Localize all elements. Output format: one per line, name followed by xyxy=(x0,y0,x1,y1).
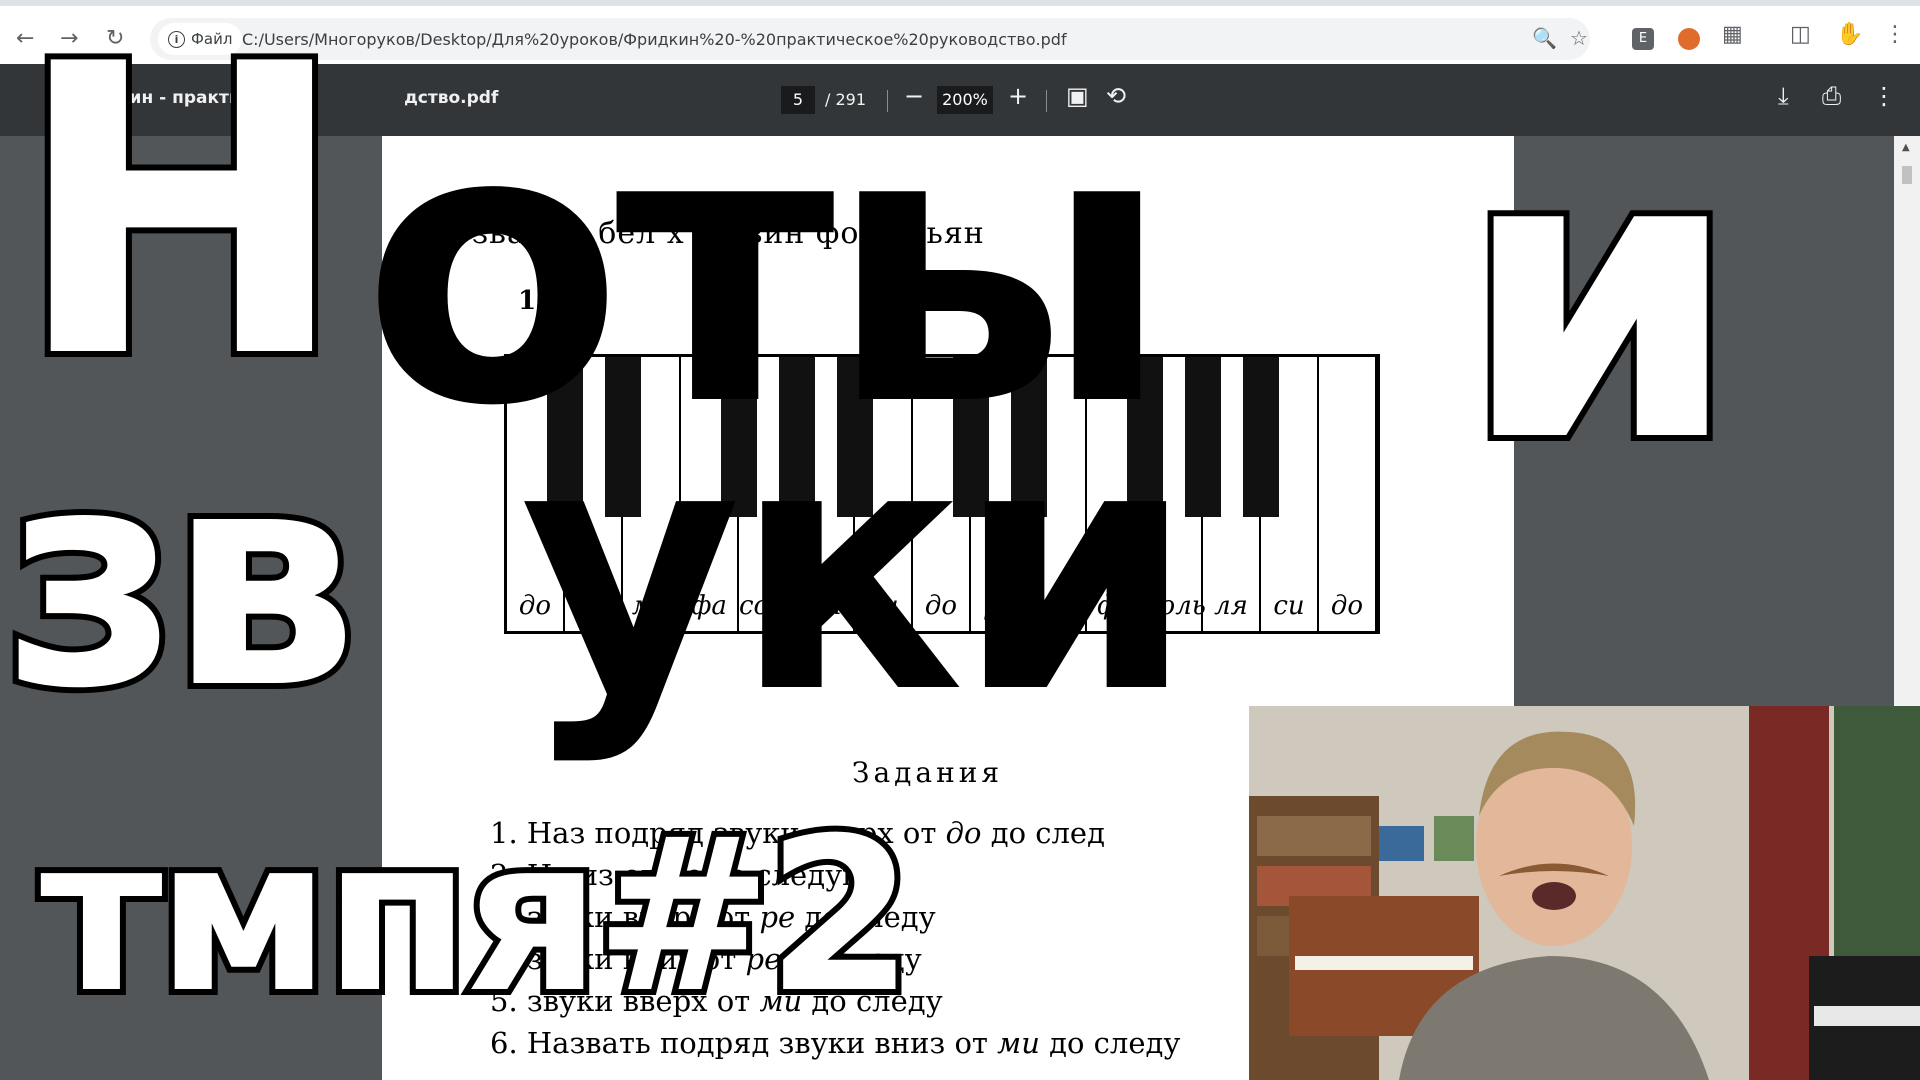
zoom-magnifier-icon[interactable]: 🔍 xyxy=(1532,28,1557,48)
black-key xyxy=(1185,357,1221,517)
overlay-word-i: и xyxy=(1454,65,1746,530)
print-icon[interactable]: ⎙ xyxy=(1822,84,1841,108)
extension-avatar-icon[interactable] xyxy=(1678,28,1700,50)
scroll-up-arrow-icon[interactable]: ▲ xyxy=(1902,142,1910,153)
white-key: до xyxy=(1319,357,1377,631)
extension-e-icon[interactable]: E xyxy=(1632,28,1654,50)
task-text: до след xyxy=(981,816,1105,850)
extensions-puzzle-icon[interactable]: ▦ xyxy=(1722,24,1743,46)
overlay-series-tag: тмпя#2 xyxy=(34,792,920,1039)
overlay-word-zv: зв xyxy=(0,405,364,754)
scroll-thumb[interactable] xyxy=(1902,166,1912,184)
black-key xyxy=(1243,357,1279,517)
overlay-word-uki: уки xyxy=(520,372,1195,768)
key-label: ля xyxy=(1214,591,1248,621)
pdf-menu-icon[interactable]: ⋮ xyxy=(1872,84,1896,108)
overlay-letter-n: Н xyxy=(8,0,355,446)
screen: ← → ↻ i Файл C:/Users/Многоруков/Desktop… xyxy=(0,0,1920,1080)
webcam-scene xyxy=(1249,706,1920,1080)
key-label: до xyxy=(1330,591,1364,621)
profile-icon[interactable]: ✋ xyxy=(1836,24,1863,46)
side-panel-icon[interactable]: ◫ xyxy=(1790,24,1811,46)
task-note: до xyxy=(945,816,982,850)
browser-menu-icon[interactable]: ⋮ xyxy=(1884,24,1906,46)
task-note: ми xyxy=(997,1026,1040,1060)
task-text: до следу xyxy=(1039,1026,1181,1060)
bookmark-star-icon[interactable]: ☆ xyxy=(1570,28,1588,48)
webcam-video xyxy=(1249,706,1920,1080)
key-label: си xyxy=(1273,591,1305,621)
download-icon[interactable]: ⤓ xyxy=(1778,84,1789,108)
